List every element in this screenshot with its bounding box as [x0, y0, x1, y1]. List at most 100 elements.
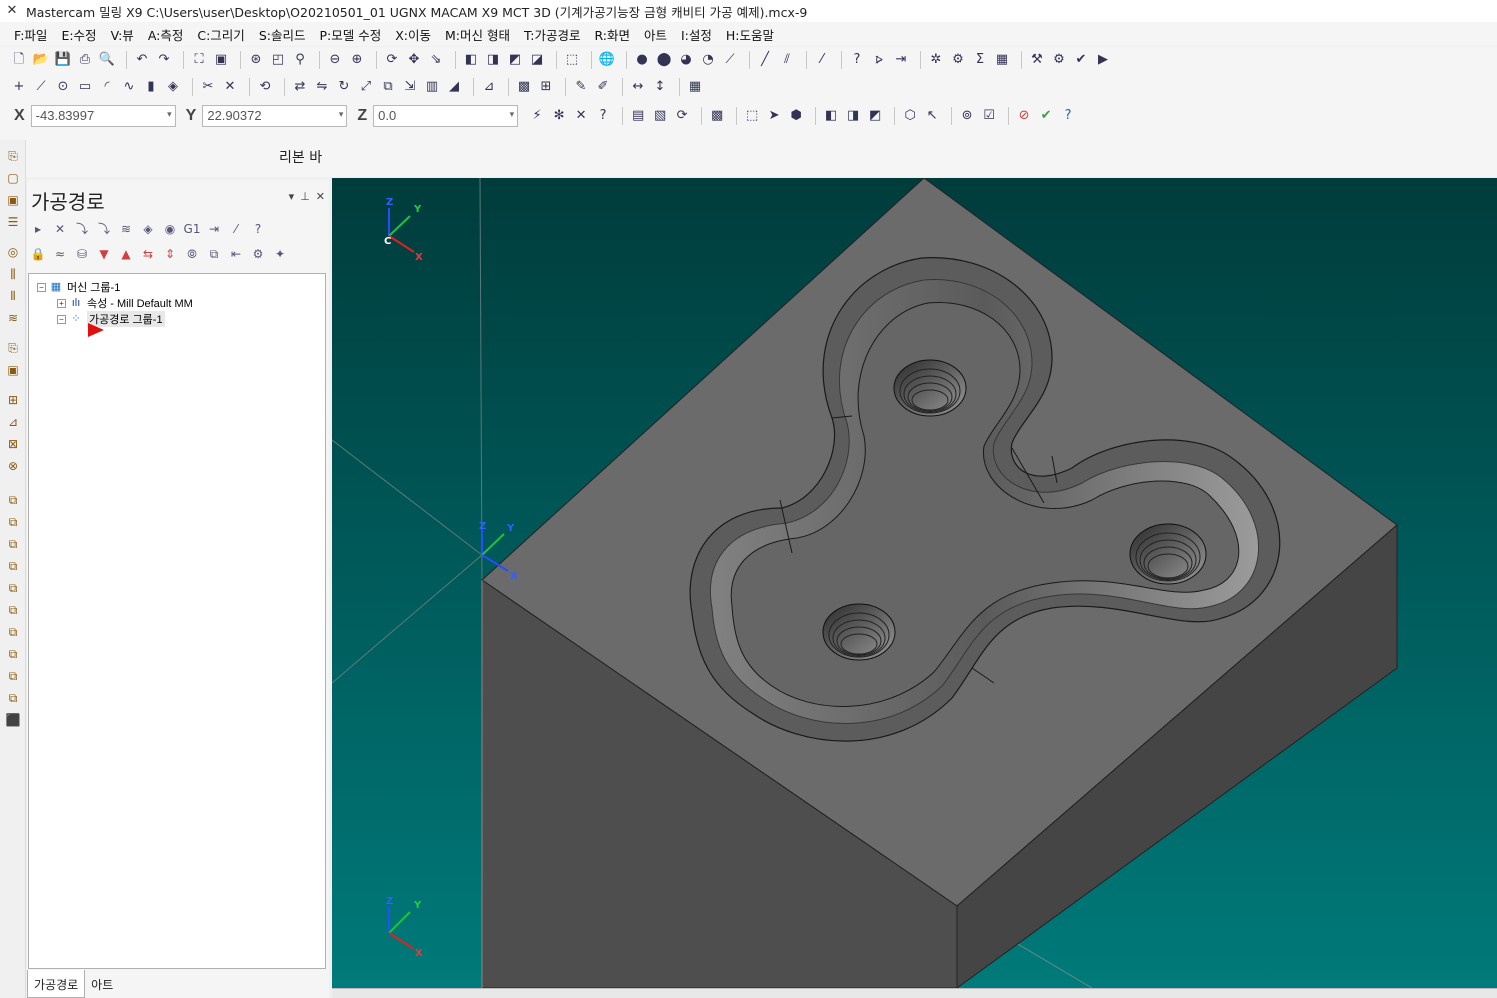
grid-icon[interactable]: ▦: [993, 51, 1011, 69]
redo-icon[interactable]: ↷: [155, 51, 173, 69]
mirror-icon[interactable]: ⇋: [313, 78, 331, 96]
shaded-icon[interactable]: ●: [633, 51, 651, 69]
ok-icon[interactable]: ✔: [1037, 107, 1055, 125]
wireframe-icon[interactable]: 🌐: [598, 51, 616, 69]
high-feed-icon[interactable]: ⇥: [205, 220, 223, 238]
rotate-xform-icon[interactable]: ↻: [335, 78, 353, 96]
toolpath-drill-icon[interactable]: ⎘: [5, 148, 21, 164]
solid-face-icon[interactable]: ◨: [844, 107, 862, 125]
pocket-2d-icon[interactable]: ▣: [5, 362, 21, 378]
insert-arrow-marker[interactable]: [87, 322, 105, 338]
solid-select-icon[interactable]: ⬢: [787, 107, 805, 125]
print-icon[interactable]: ⎙: [76, 51, 94, 69]
help-cursor-icon[interactable]: ?: [848, 51, 866, 69]
fast-point-icon[interactable]: ⚡: [528, 107, 546, 125]
pin-icon[interactable]: ⊥: [300, 190, 310, 203]
thread-icon[interactable]: ≋: [5, 310, 21, 326]
layer-icon[interactable]: ▤: [629, 107, 647, 125]
horizontal-dim-icon[interactable]: ↔: [629, 78, 647, 96]
pattern-icon[interactable]: ▩: [515, 78, 533, 96]
view-iso-icon[interactable]: ◪: [528, 51, 546, 69]
help-icon[interactable]: ?: [249, 220, 267, 238]
scroll-insert-icon[interactable]: ⇕: [161, 245, 179, 263]
select-only-icon[interactable]: ☑: [980, 107, 998, 125]
expand-icon[interactable]: +: [57, 298, 66, 308]
measure-dist-icon[interactable]: ⇥: [892, 51, 910, 69]
menu-solids[interactable]: S:솔리드: [259, 25, 306, 44]
scale-icon[interactable]: ⤢: [357, 78, 375, 96]
tool-manager-icon[interactable]: ⚙: [249, 245, 267, 263]
trim-icon[interactable]: ✂: [199, 78, 217, 96]
surface-rough-icon[interactable]: ⧉: [5, 492, 21, 508]
menu-art[interactable]: 아트: [644, 25, 667, 44]
group-icon[interactable]: ▧: [651, 107, 669, 125]
cad-tool-icon[interactable]: ⚒: [1028, 51, 1046, 69]
zoom-prev-icon[interactable]: ⊕: [348, 51, 366, 69]
frame-icon[interactable]: ⊞: [537, 78, 555, 96]
surface-pocket-icon[interactable]: ⧉: [5, 514, 21, 530]
surface-contour-icon[interactable]: ⧉: [5, 558, 21, 574]
engrave-icon[interactable]: ⊿: [5, 414, 21, 430]
lock-icon[interactable]: 🔒: [29, 245, 47, 263]
sum-icon[interactable]: Σ: [971, 51, 989, 69]
drill-icon[interactable]: ⫼: [5, 266, 21, 282]
surface-parallel-icon[interactable]: ⧉: [5, 536, 21, 552]
run-addin-icon[interactable]: ✲: [927, 51, 945, 69]
insert-arrow-icon[interactable]: ⇆: [139, 245, 157, 263]
select-all-icon[interactable]: ⊚: [958, 107, 976, 125]
face-icon[interactable]: ☰: [5, 214, 21, 230]
dynamic-icon[interactable]: ⇘: [427, 51, 445, 69]
surface-scallop-icon[interactable]: ⧉: [5, 580, 21, 596]
surface-icon[interactable]: ◈: [164, 78, 182, 96]
x-coordinate-input[interactable]: -43.83997 ▾: [30, 105, 176, 127]
wizard-icon[interactable]: ✦: [271, 245, 289, 263]
zoom-out-icon[interactable]: ⚲: [291, 51, 309, 69]
menu-screen[interactable]: R:화면: [594, 25, 630, 44]
collapse-icon[interactable]: −: [57, 314, 66, 324]
refresh-icon[interactable]: ⟳: [673, 107, 691, 125]
regen-dirty-icon[interactable]: ⤵: [95, 220, 113, 238]
rectangle-icon[interactable]: ▭: [76, 78, 94, 96]
move-down-icon[interactable]: ▼: [95, 245, 113, 263]
plane-icon[interactable]: ⬚: [563, 51, 581, 69]
zoom-in-icon[interactable]: ⊖: [326, 51, 344, 69]
menu-help[interactable]: H:도움말: [726, 25, 774, 44]
print-preview-icon[interactable]: 🔍: [98, 51, 116, 69]
copy-ops-icon[interactable]: ⧉: [205, 245, 223, 263]
contour-icon[interactable]: ▢: [5, 170, 21, 186]
backplot-icon[interactable]: ≋: [117, 220, 135, 238]
pocket-icon[interactable]: ▣: [5, 192, 21, 208]
menu-view[interactable]: V:뷰: [111, 25, 134, 44]
project-icon[interactable]: ⇲: [401, 78, 419, 96]
deselect-ops-icon[interactable]: ✕: [51, 220, 69, 238]
view-front-icon[interactable]: ◨: [484, 51, 502, 69]
tree-properties[interactable]: + ılı 속성 - Mill Default MM: [57, 295, 193, 311]
toggle-display-icon[interactable]: ≈: [51, 245, 69, 263]
surface-hybrid-icon[interactable]: ⧉: [5, 668, 21, 684]
spline-icon[interactable]: ∿: [120, 78, 138, 96]
y-coordinate-input[interactable]: 22.90372 ▾: [202, 105, 348, 127]
menu-edit[interactable]: E:수정: [61, 25, 96, 44]
move-up-icon[interactable]: ▲: [117, 245, 135, 263]
arc-icon[interactable]: ◜: [98, 78, 116, 96]
array-icon[interactable]: ▥: [423, 78, 441, 96]
select-all-ops-icon[interactable]: ▸: [29, 220, 47, 238]
save-icon[interactable]: 💾: [54, 51, 72, 69]
menu-toolpaths[interactable]: T:가공경로: [524, 25, 580, 44]
view-top-icon[interactable]: ◧: [462, 51, 480, 69]
viewport-canvas[interactable]: Z Y X C Z Y X Z Y X: [332, 178, 1497, 988]
tree-machine-group[interactable]: − ▦ 머신 그룹-1: [37, 279, 120, 295]
close-icon[interactable]: ✕: [316, 190, 325, 203]
surface-flowline-icon[interactable]: ⧉: [5, 602, 21, 618]
nesting-icon[interactable]: ⊗: [5, 458, 21, 474]
z-coordinate-input[interactable]: 0.0 ▾: [373, 105, 519, 127]
contour-2d-icon[interactable]: ⎘: [5, 340, 21, 356]
select-last-icon[interactable]: ↖: [923, 107, 941, 125]
collapse-icon[interactable]: −: [37, 282, 46, 292]
verify-ops-icon[interactable]: ◈: [139, 220, 157, 238]
chevron-down-icon[interactable]: ▾: [289, 190, 295, 203]
cursor-select-icon[interactable]: ➤: [765, 107, 783, 125]
new-file-icon[interactable]: 🗋: [10, 51, 28, 69]
help-icon[interactable]: ?: [594, 107, 612, 125]
settings-icon[interactable]: ⚙: [949, 51, 967, 69]
